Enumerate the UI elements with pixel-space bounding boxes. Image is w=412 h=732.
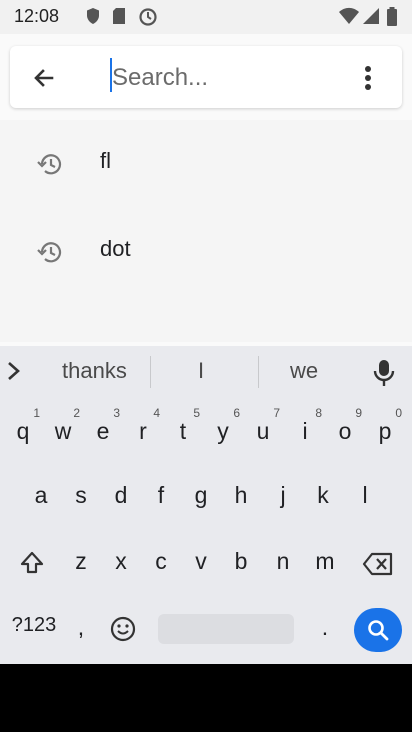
suggestion-item[interactable]: fl (0, 126, 412, 206)
search-action-key[interactable] (354, 608, 402, 652)
history-icon (37, 154, 62, 175)
key-o[interactable]: o9 (326, 406, 364, 460)
backspace-key[interactable] (356, 536, 400, 590)
navigation-bar (0, 664, 412, 732)
back-button[interactable] (28, 62, 60, 94)
key-w[interactable]: w2 (44, 406, 82, 460)
period-key[interactable]: . (308, 602, 342, 656)
key-r[interactable]: r4 (124, 406, 162, 460)
keyboard: thanks I we q1 w2 e3 r4 t5 y6 u7 i8 o9 p… (0, 346, 412, 664)
key-l[interactable]: l (346, 470, 384, 524)
key-a[interactable]: a (22, 470, 60, 524)
key-i[interactable]: i8 (286, 406, 324, 460)
divider (150, 356, 151, 388)
key-m[interactable]: m (306, 536, 344, 590)
key-k[interactable]: k (304, 470, 342, 524)
suggestion-list: fl dot (0, 120, 412, 342)
search-icon (368, 620, 389, 641)
signal-icon (362, 7, 380, 30)
wifi-icon (338, 7, 360, 30)
search-input-wrapper (110, 56, 344, 100)
key-q[interactable]: q1 (4, 406, 42, 460)
key-n[interactable]: n (264, 536, 302, 590)
battery-icon (386, 7, 398, 32)
expand-suggestions-button[interactable] (4, 360, 22, 387)
more-vert-icon (365, 66, 371, 90)
arrow-back-icon (34, 69, 54, 87)
shift-icon (20, 551, 44, 574)
shield-icon (86, 7, 100, 30)
key-t[interactable]: t5 (164, 406, 202, 460)
suggestion-text: dot (100, 236, 131, 261)
key-u[interactable]: u7 (244, 406, 282, 460)
suggestion-item[interactable]: dot (0, 214, 412, 294)
prediction-word[interactable]: thanks (62, 358, 127, 384)
more-options-button[interactable] (358, 62, 378, 94)
key-z[interactable]: z (62, 536, 100, 590)
shift-key[interactable] (12, 536, 50, 590)
key-h[interactable]: h (222, 470, 260, 524)
suggestion-text: fl (100, 148, 111, 173)
key-y[interactable]: y6 (204, 406, 242, 460)
chevron-right-icon (8, 362, 20, 380)
status-bar: 12:08 (0, 0, 412, 34)
key-s[interactable]: s (62, 470, 100, 524)
sync-icon (138, 7, 158, 32)
backspace-icon (362, 552, 393, 576)
key-g[interactable]: g (182, 470, 220, 524)
key-v[interactable]: v (182, 536, 220, 590)
mic-icon (373, 360, 395, 386)
sd-card-icon (112, 7, 126, 30)
key-e[interactable]: e3 (84, 406, 122, 460)
text-cursor (110, 58, 112, 92)
key-b[interactable]: b (222, 536, 260, 590)
key-x[interactable]: x (102, 536, 140, 590)
space-bar[interactable] (158, 614, 294, 644)
prediction-word[interactable]: I (198, 358, 204, 384)
status-time: 12:08 (14, 6, 60, 26)
search-input[interactable] (110, 56, 344, 100)
key-c[interactable]: c (142, 536, 180, 590)
prediction-word[interactable]: we (290, 358, 318, 384)
key-j[interactable]: j (264, 470, 302, 524)
history-icon (37, 242, 62, 263)
key-p[interactable]: p0 (366, 406, 404, 460)
key-f[interactable]: f (142, 470, 180, 524)
search-bar (10, 46, 402, 108)
emoji-key[interactable] (104, 602, 142, 656)
divider (258, 356, 259, 388)
voice-input-button[interactable] (372, 358, 396, 393)
comma-key[interactable]: , (66, 602, 96, 656)
key-d[interactable]: d (102, 470, 140, 524)
symbols-key[interactable]: ?123 (6, 602, 62, 656)
emoji-icon (110, 616, 136, 642)
prediction-bar: thanks I we (0, 346, 412, 398)
